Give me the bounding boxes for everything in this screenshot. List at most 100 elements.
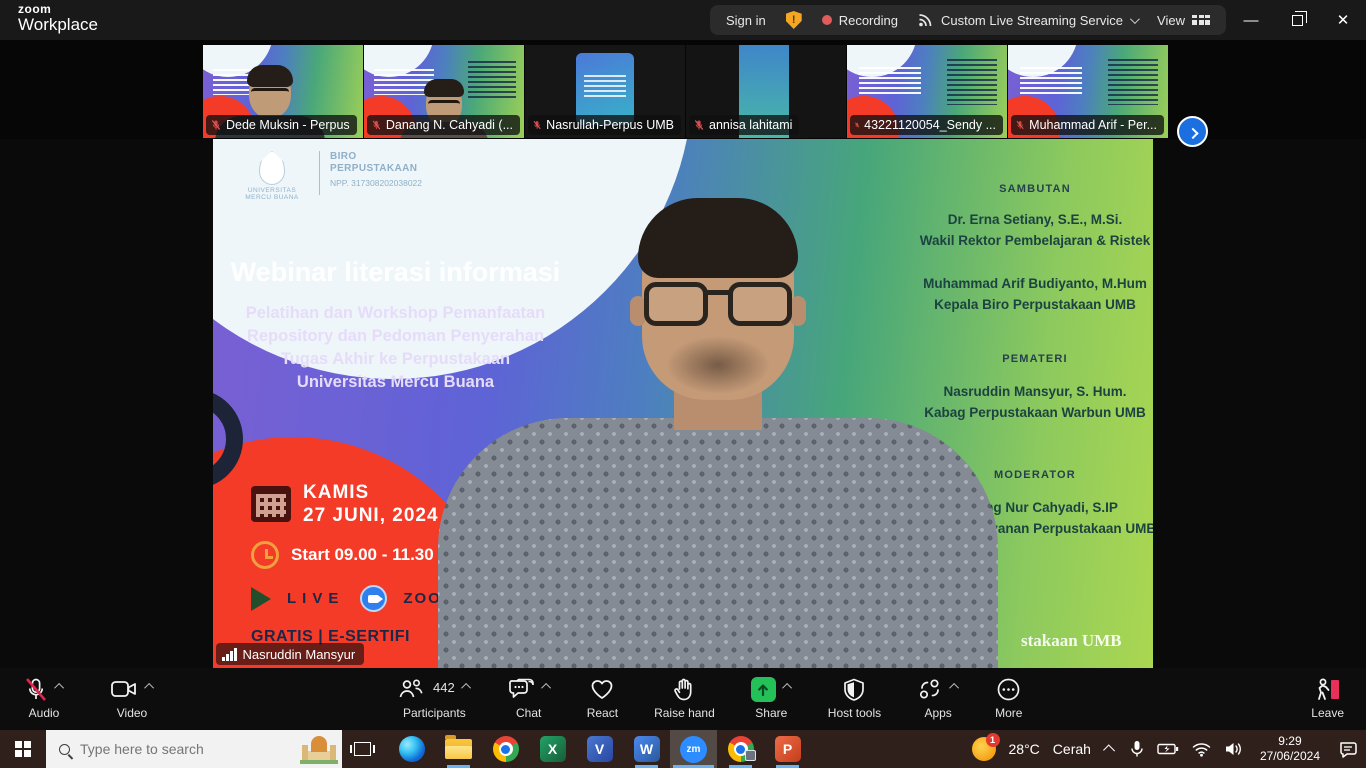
muted-mic-icon [371, 119, 382, 131]
taskbar-chrome-2[interactable] [717, 730, 764, 768]
audio-button[interactable]: Audio [24, 677, 64, 720]
more-button[interactable]: More [995, 677, 1022, 720]
audio-options-chevron[interactable] [54, 683, 64, 693]
zoom-platform-icon [360, 585, 387, 612]
minimize-button[interactable]: — [1228, 0, 1274, 40]
chat-options-chevron[interactable] [541, 683, 551, 693]
host-tools-button[interactable]: Host tools [828, 677, 881, 720]
recording-label: Recording [839, 13, 898, 28]
live-label: LIVE [287, 590, 344, 607]
shield-icon [842, 677, 866, 702]
leave-button[interactable]: Leave [1311, 677, 1344, 720]
play-icon [251, 587, 271, 611]
taskbar-file-explorer[interactable] [435, 730, 482, 768]
brand-workplace: Workplace [18, 15, 98, 34]
participant-thumbnail[interactable]: Muhammad Arif - Per... [1008, 45, 1168, 138]
zoom-app-icon: zm [680, 736, 707, 763]
search-input[interactable] [80, 741, 270, 757]
participant-thumbnail[interactable]: 43221120054_Sendy ... [847, 45, 1007, 138]
chevron-right-icon [1187, 127, 1198, 138]
section-header: SAMBUTAN [885, 183, 1153, 195]
tray-mic-icon[interactable] [1130, 740, 1144, 758]
apps-options-chevron[interactable] [949, 683, 959, 693]
taskbar-search[interactable] [46, 730, 342, 768]
notification-badge: 1 [986, 733, 1000, 747]
shield-warning-icon: ! [786, 11, 802, 29]
visio-icon: V [587, 736, 613, 762]
taskbar-visio[interactable]: V [576, 730, 623, 768]
participants-icon [398, 677, 424, 701]
apps-icon [917, 677, 943, 701]
chat-icon [507, 677, 535, 702]
live-streaming-menu[interactable]: Custom Live Streaming Service [918, 13, 1137, 28]
video-button[interactable]: Video [110, 677, 154, 720]
taskbar-powerpoint[interactable]: P [764, 730, 811, 768]
muted-mic-icon [693, 119, 705, 131]
start-button[interactable] [0, 730, 46, 768]
tray-time: 9:29 [1260, 734, 1320, 749]
participant-name-badge: Danang N. Cahyadi (... [367, 115, 520, 135]
participant-thumbnail[interactable]: annisa lahitami [686, 45, 846, 138]
connection-bars-icon [222, 648, 237, 661]
muted-mic-icon [1015, 119, 1025, 131]
view-button[interactable]: View [1157, 13, 1210, 28]
taskbar-edge[interactable] [388, 730, 435, 768]
video-options-chevron[interactable] [144, 683, 154, 693]
view-grid-icon [1192, 15, 1210, 25]
task-view-button[interactable] [342, 730, 382, 768]
window-controls: — ✕ [1228, 0, 1366, 40]
participant-thumbnail[interactable]: Dede Muksin - Perpus [203, 45, 363, 138]
participants-button[interactable]: 442 Participants [398, 677, 471, 720]
recording-indicator[interactable]: Recording [822, 13, 898, 28]
streaming-label: Custom Live Streaming Service [941, 13, 1123, 28]
umb-logo-icon [259, 151, 285, 185]
share-options-chevron[interactable] [782, 683, 792, 693]
volume-icon[interactable] [1224, 741, 1243, 757]
file-explorer-icon [445, 739, 472, 759]
react-button[interactable]: React [587, 677, 618, 720]
taskbar-excel[interactable]: X [529, 730, 576, 768]
brand-zoom: zoom [18, 3, 98, 15]
taskbar-word[interactable]: W [623, 730, 670, 768]
participant-name-badge: Nasrullah-Perpus UMB [528, 115, 681, 135]
logo-divider [319, 151, 320, 195]
muted-mic-icon [854, 119, 860, 131]
weather-icon[interactable]: 1 [972, 737, 996, 761]
wifi-icon[interactable] [1192, 742, 1211, 757]
participant-filmstrip: Dede Muksin - Perpus Danang N. Cahyadi (… [0, 40, 1366, 139]
tray-date: 27/06/2024 [1260, 749, 1320, 764]
participant-thumbnail[interactable]: Nasrullah-Perpus UMB [525, 45, 685, 138]
apps-button[interactable]: Apps [917, 677, 959, 720]
word-icon: W [634, 736, 660, 762]
poster-watermark: stakaan UMB [1021, 631, 1122, 651]
npp-number: NPP. 317308202038022 [330, 177, 422, 189]
hidden-icons-chevron[interactable] [1103, 744, 1115, 756]
university-name: UNIVERSITAS MERCU BUANA [235, 187, 309, 201]
sign-in-button[interactable]: Sign in [726, 13, 766, 28]
weather-temperature[interactable]: 28°C [1009, 741, 1040, 757]
participant-thumbnail[interactable]: Danang N. Cahyadi (... [364, 45, 524, 138]
muted-mic-icon [24, 677, 48, 703]
clock-icon [251, 541, 279, 569]
taskbar-clock[interactable]: 9:29 27/06/2024 [1260, 734, 1320, 764]
taskbar-chrome[interactable] [482, 730, 529, 768]
action-center-icon[interactable] [1339, 741, 1358, 758]
weather-condition[interactable]: Cerah [1053, 741, 1091, 757]
chat-button[interactable]: Chat [507, 677, 551, 720]
next-page-button[interactable] [1177, 116, 1208, 147]
speaker-figure [408, 228, 1028, 668]
calendar-icon [251, 486, 291, 522]
active-speaker-name-badge: Nasruddin Mansyur [216, 643, 364, 665]
participant-name-badge: Dede Muksin - Perpus [206, 115, 357, 135]
encryption-shield-icon[interactable]: ! [786, 11, 802, 29]
muted-mic-icon [532, 119, 542, 131]
raise-hand-button[interactable]: Raise hand [654, 677, 715, 720]
battery-charging-icon[interactable] [1157, 742, 1179, 756]
search-highlight-illustration[interactable] [300, 734, 338, 764]
participants-options-chevron[interactable] [461, 683, 471, 693]
restore-button[interactable] [1274, 0, 1320, 40]
close-button[interactable]: ✕ [1320, 0, 1366, 40]
share-screen-button[interactable]: Share [751, 677, 792, 720]
leave-door-icon [1314, 677, 1342, 703]
taskbar-zoom[interactable]: zm [670, 730, 717, 768]
